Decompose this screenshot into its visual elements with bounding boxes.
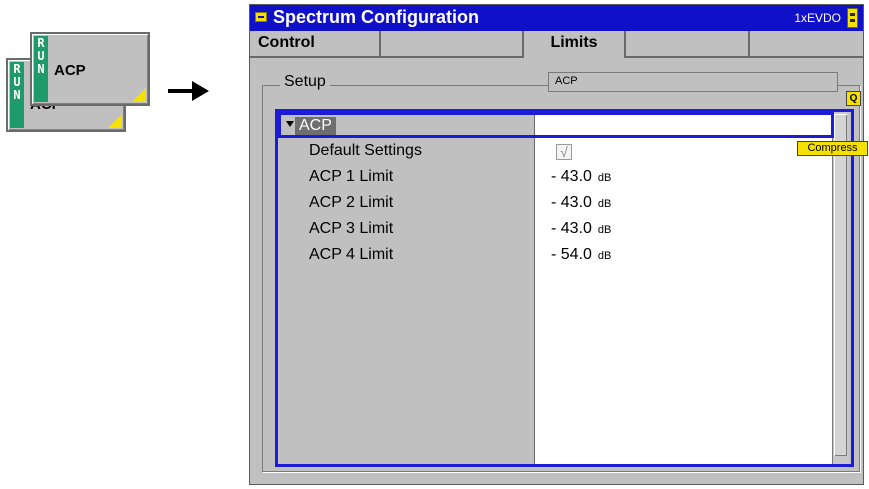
tab-empty-1[interactable] [381,31,524,58]
row-label: Default Settings [309,142,422,159]
softkey-corner-marker [108,114,122,128]
tab-control[interactable]: Control [250,31,381,58]
row-label: ACP 4 Limit [309,246,394,263]
acp-4-limit-value[interactable]: - 54.0 dB [551,246,611,264]
run-text: RUN [13,62,21,102]
setup-label: Setup [280,73,330,91]
arrow-right-icon [168,81,209,101]
row-acp-4-limit: ACP 4 Limit - 54.0 dB [278,244,834,270]
row-acp-3-limit: ACP 3 Limit - 43.0 dB [278,218,834,244]
tab-empty-3[interactable] [750,31,863,58]
acp-3-limit-value[interactable]: - 43.0 dB [551,220,611,238]
softkey-label: ACP [54,62,86,79]
q-button[interactable]: Q [846,91,861,106]
run-text: RUN [37,36,45,76]
value-number: - 43.0 [551,220,592,237]
softkey-corner-marker [132,88,146,102]
scrollbar[interactable] [832,112,849,464]
row-label: ACP 1 Limit [309,168,394,185]
run-indicator: RUN [34,36,48,102]
title-bar: Spectrum Configuration 1xEVDO [250,5,863,31]
value-number: - 43.0 [551,194,592,211]
scrollbar-thumb[interactable] [834,114,847,456]
value-unit: dB [597,224,612,236]
acp-1-limit-value[interactable]: - 43.0 dB [551,168,611,186]
status-icon [847,8,858,28]
softkey-acp[interactable]: RUN ACP [30,32,150,106]
tree-node-acp[interactable]: ACP [278,112,834,138]
tab-empty-2[interactable] [626,31,750,58]
acp-2-limit-value[interactable]: - 43.0 dB [551,194,611,212]
value-number: - 54.0 [551,246,592,263]
run-indicator: RUN [10,62,24,128]
row-acp-2-limit: ACP 2 Limit - 43.0 dB [278,192,834,218]
tab-bar: Control Limits [250,31,863,58]
tab-limits[interactable]: Limits [524,31,626,58]
row-label: ACP 3 Limit [309,220,394,237]
spectrum-configuration-window: Spectrum Configuration 1xEVDO Control Li… [249,4,864,485]
row-label: ACP 2 Limit [309,194,394,211]
settings-tree: ACP Default Settings √ ACP 1 Limit - 43.… [275,109,854,467]
tree-node-label: ACP [295,117,336,135]
window-menu-icon[interactable] [255,12,267,22]
setup-selection-field[interactable]: ACP [548,72,838,92]
value-number: - 43.0 [551,168,592,185]
collapse-triangle-icon[interactable] [286,121,294,127]
standard-label: 1xEVDO [794,11,841,25]
value-unit: dB [597,172,612,184]
row-acp-1-limit: ACP 1 Limit - 43.0 dB [278,166,834,192]
value-unit: dB [597,250,612,262]
row-default-settings: Default Settings √ [278,140,834,166]
default-settings-checkbox[interactable]: √ [556,144,572,160]
value-unit: dB [597,198,612,210]
compress-button[interactable]: Compress [797,141,868,156]
window-title: Spectrum Configuration [273,7,479,27]
